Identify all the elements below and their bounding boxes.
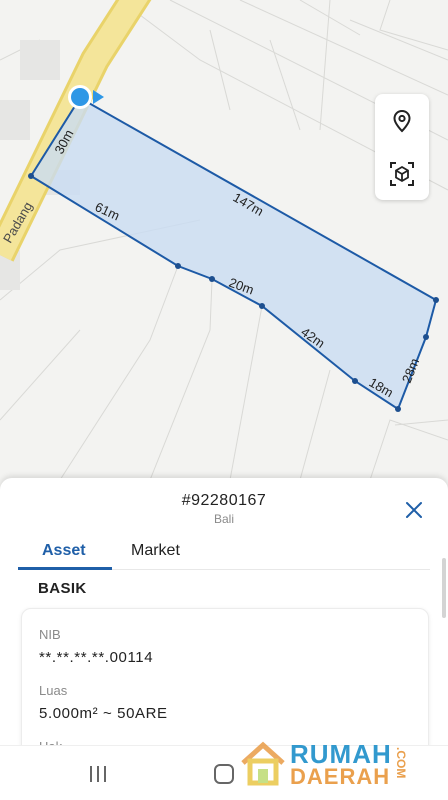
scrollbar[interactable] (442, 558, 446, 618)
location-pin-icon (393, 109, 411, 132)
map-canvas[interactable]: 30m 147m 61m 20m 42m 18m 28m (0, 0, 448, 480)
map-view[interactable]: 30m 147m 61m 20m 42m 18m 28m Padang (0, 0, 448, 480)
location-pin-button[interactable] (375, 94, 429, 147)
active-tab-indicator (18, 567, 112, 570)
house-logo-icon (241, 741, 285, 786)
luas-label: Luas (39, 683, 68, 698)
watermark: RUMAH DAERAH .COM (238, 737, 438, 793)
luas-value: 5.000m² ~ 50ARE (39, 705, 168, 722)
nib-label: NIB (39, 627, 61, 642)
recent-apps-icon (90, 766, 106, 782)
close-icon (406, 502, 422, 518)
3d-view-button[interactable] (375, 147, 429, 200)
property-region: Bali (213, 512, 234, 526)
map-tools-panel (375, 94, 429, 200)
close-button[interactable] (398, 498, 430, 522)
tab-asset[interactable]: Asset (42, 542, 86, 570)
watermark-line2: DAERAH (290, 764, 391, 789)
nib-value: **.**.**.**.00114 (39, 649, 154, 666)
property-id: #92280167 (181, 492, 267, 509)
tab-market[interactable]: Market (131, 542, 180, 570)
3d-view-icon (390, 161, 414, 186)
recent-apps-button[interactable] (78, 758, 118, 790)
section-title: BASIK (38, 580, 87, 597)
location-marker[interactable] (68, 85, 104, 109)
tab-bar: Asset Market (18, 538, 430, 570)
watermark-suffix: .COM (394, 747, 408, 779)
home-icon (214, 764, 234, 784)
